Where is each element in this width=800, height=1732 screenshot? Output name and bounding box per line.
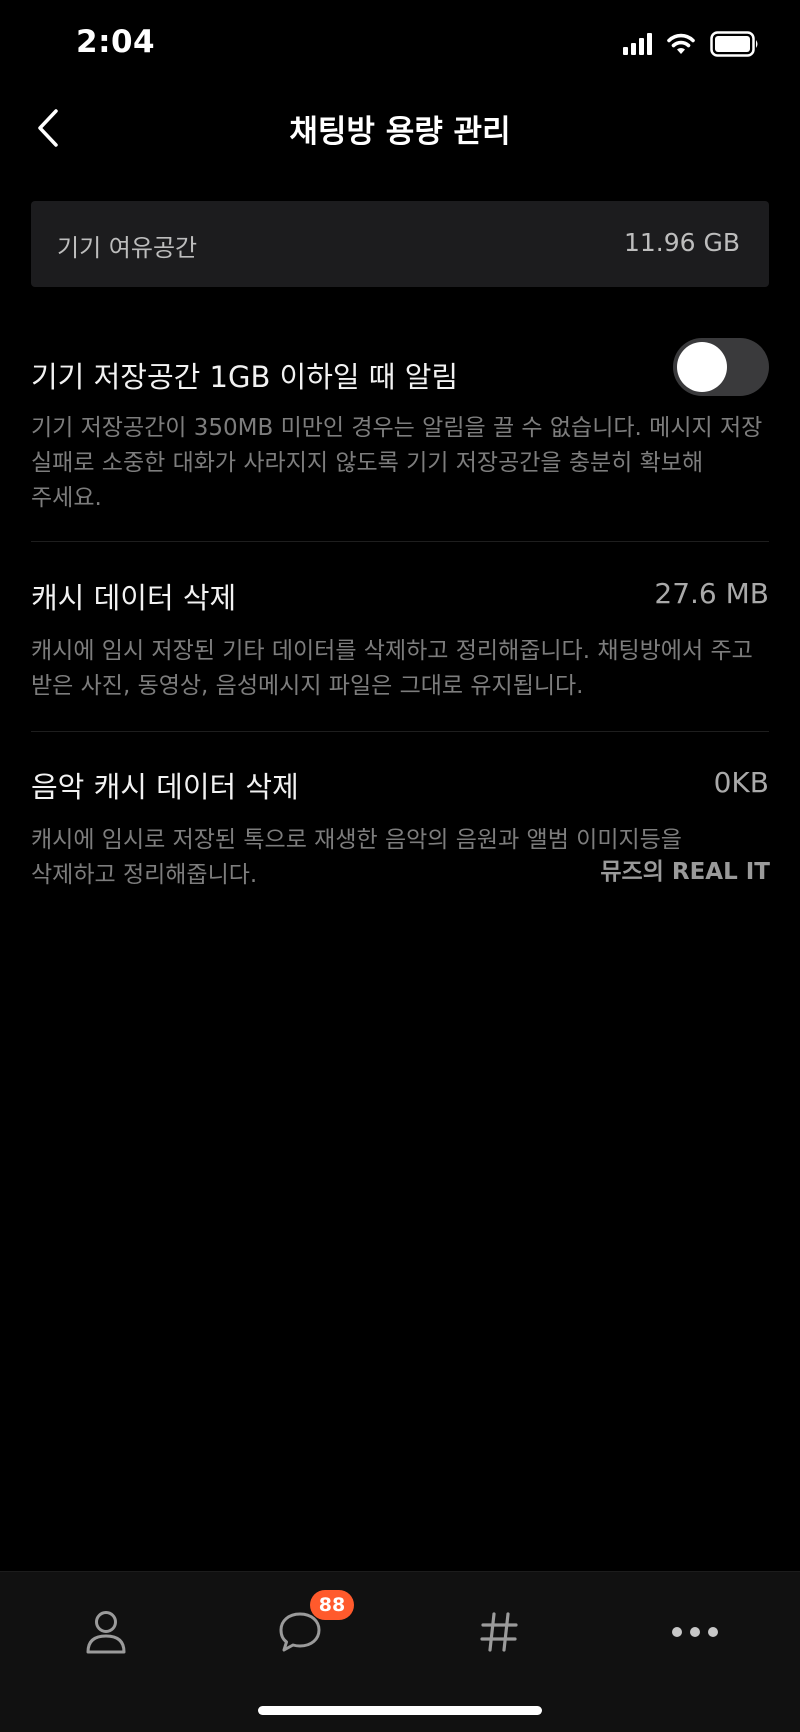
- low-storage-alert-section: 기기 저장공간 1GB 이하일 때 알림 기기 저장공간이 350MB 미만인 …: [31, 338, 769, 524]
- low-storage-alert-description: 기기 저장공간이 350MB 미만인 경우는 알림을 끌 수 없습니다. 메시지…: [31, 415, 763, 511]
- battery-icon: [710, 31, 758, 57]
- tab-openchat[interactable]: [459, 1592, 539, 1672]
- status-icons: [623, 30, 760, 58]
- page-title: 채팅방 용량 관리: [289, 114, 511, 150]
- watermark: 뮤즈의 REAL IT: [600, 859, 770, 885]
- cache-data-description: 캐시에 임시 저장된 기타 데이터를 삭제하고 정리해줍니다. 채팅방에서 주고…: [31, 638, 753, 699]
- person-icon: [86, 1611, 126, 1654]
- more-dots-icon: [672, 1627, 718, 1637]
- music-cache-size: 0KB: [713, 766, 769, 799]
- status-bar: 2:04: [0, 0, 800, 90]
- cellular-signal-icon: [623, 33, 652, 55]
- free-space-label: 기기 여유공간: [57, 234, 198, 262]
- nav-header: 채팅방 용량 관리: [0, 96, 800, 160]
- hashtag-icon: [480, 1612, 518, 1652]
- tab-friends[interactable]: [66, 1592, 146, 1672]
- low-storage-alert-title: 기기 저장공간 1GB 이하일 때 알림: [31, 360, 459, 394]
- cache-data-section[interactable]: 캐시 데이터 삭제 27.6 MB 캐시에 임시 저장된 기타 데이터를 삭제하…: [31, 575, 769, 699]
- status-time: 2:04: [76, 24, 156, 60]
- divider: [31, 541, 769, 542]
- toggle-knob: [677, 342, 727, 392]
- home-indicator: [258, 1706, 542, 1715]
- chat-unread-badge: 88: [310, 1590, 354, 1620]
- cache-data-title: 캐시 데이터 삭제: [31, 581, 237, 615]
- tab-more[interactable]: [655, 1592, 735, 1672]
- cache-data-size: 27.6 MB: [654, 577, 769, 610]
- divider: [31, 731, 769, 732]
- free-space-card: 기기 여유공간 11.96 GB: [31, 201, 769, 287]
- wifi-icon: [667, 33, 695, 54]
- music-cache-title: 음악 캐시 데이터 삭제: [31, 770, 299, 804]
- low-storage-alert-toggle[interactable]: [673, 338, 769, 396]
- free-space-value: 11.96 GB: [623, 228, 740, 257]
